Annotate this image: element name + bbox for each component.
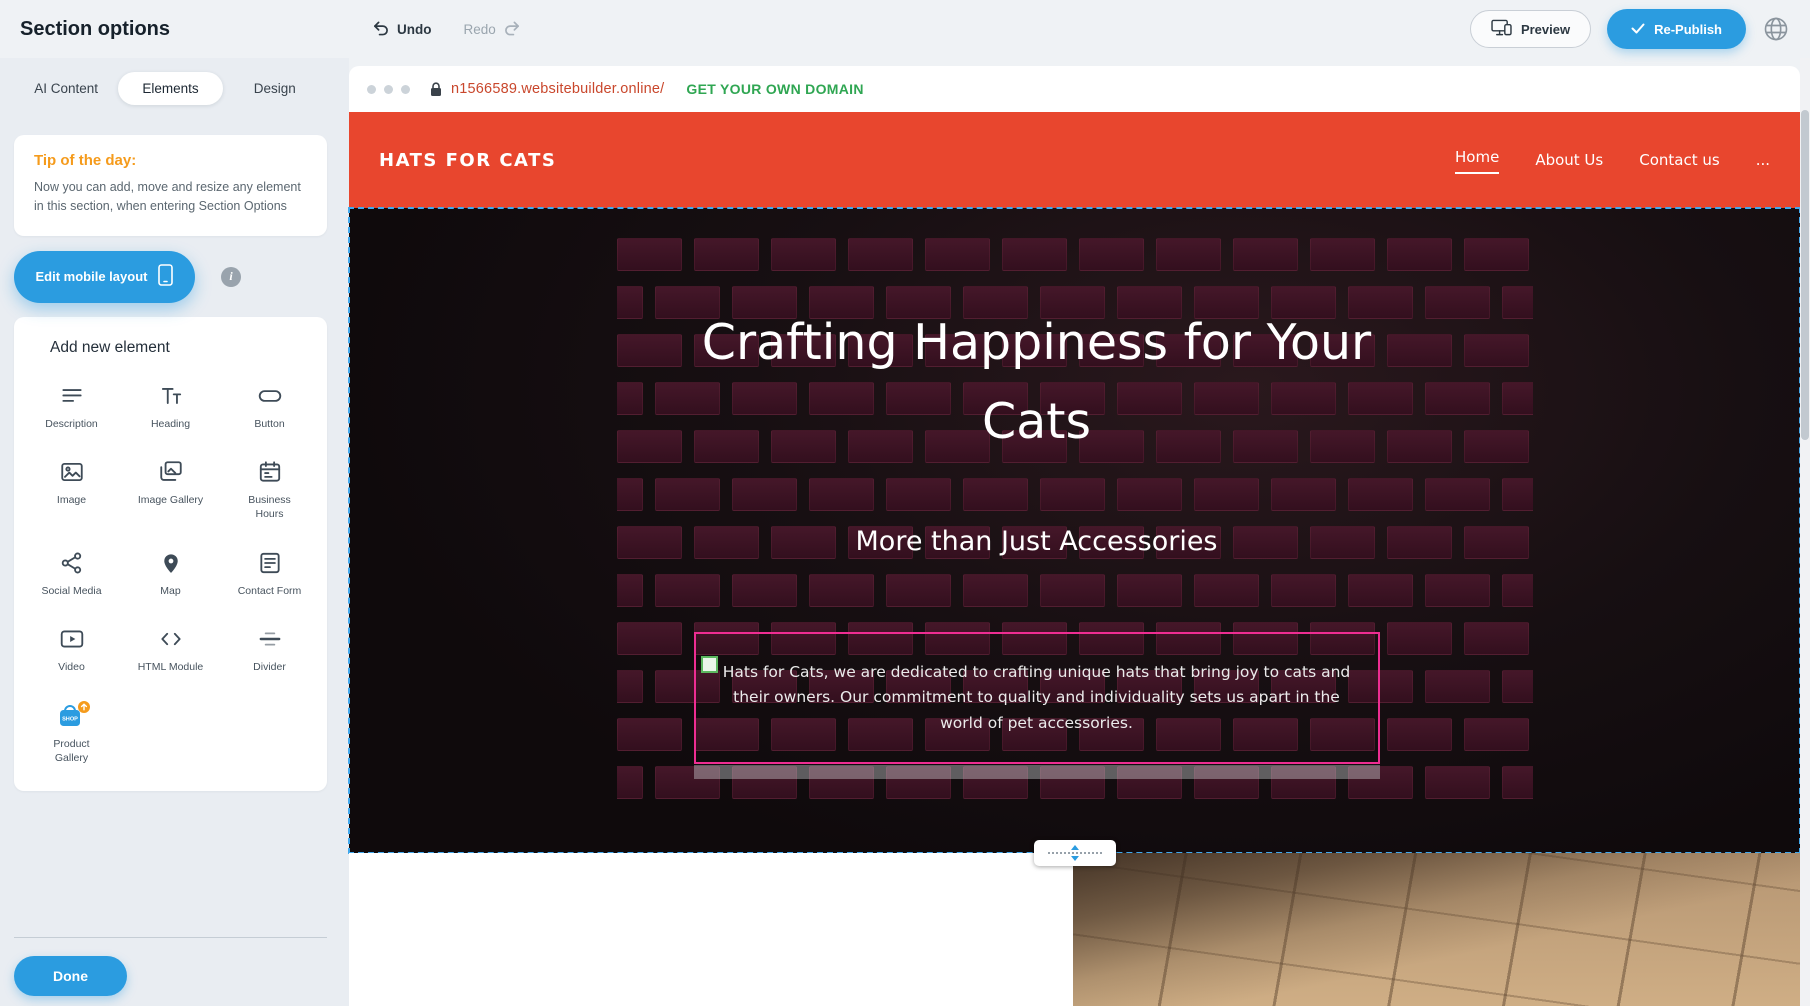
- hero-paragraph: Hats for Cats, we are dedicated to craft…: [710, 660, 1364, 737]
- nav-item-home[interactable]: Home: [1455, 146, 1499, 174]
- element-item-divider[interactable]: Divider: [220, 624, 319, 675]
- nav-item-about-us[interactable]: About Us: [1535, 149, 1603, 171]
- next-section-photo: [1073, 853, 1800, 1006]
- get-domain-link[interactable]: GET YOUR OWN DOMAIN: [680, 80, 869, 98]
- lock-icon: [430, 82, 442, 97]
- element-item-image[interactable]: Image: [22, 457, 121, 521]
- sidebar-tabs: AI Content Elements Design: [14, 72, 327, 105]
- resize-arrow-up-icon: [1071, 845, 1079, 850]
- tab-ai-content[interactable]: AI Content: [14, 72, 118, 105]
- page-title: Section options: [20, 18, 170, 41]
- edit-mobile-label: Edit mobile layout: [36, 269, 148, 284]
- undo-icon: [372, 20, 389, 39]
- republish-label: Re-Publish: [1654, 22, 1722, 37]
- button-icon: [257, 381, 283, 411]
- site-logo[interactable]: HATS FOR CATS: [379, 150, 556, 171]
- video-icon: [59, 624, 85, 654]
- history-controls: Undo Redo: [372, 0, 521, 58]
- tip-body: Now you can add, move and resize any ele…: [34, 178, 307, 217]
- undo-label: Undo: [397, 22, 432, 37]
- image-icon: [59, 457, 85, 487]
- element-item-video[interactable]: Video: [22, 624, 121, 675]
- mobile-layout-row: Edit mobile layout i: [14, 251, 327, 303]
- preview-button[interactable]: Preview: [1470, 10, 1591, 48]
- hero-heading[interactable]: Crafting Happiness for Your Cats: [687, 303, 1387, 462]
- business-hours-icon: [257, 457, 283, 487]
- tip-of-the-day-card: Tip of the day: Now you can add, move an…: [14, 135, 327, 236]
- sidebar-footer: Done: [14, 937, 327, 1006]
- product-gallery-shop-icon: SHOP: [53, 701, 91, 731]
- language-globe-button[interactable]: [1762, 15, 1790, 43]
- check-icon: [1631, 22, 1645, 37]
- nav-item-contact-us[interactable]: Contact us: [1639, 149, 1719, 171]
- element-item-html-module[interactable]: HTML Module: [121, 624, 220, 675]
- scrollbar-thumb[interactable]: [1801, 110, 1809, 440]
- element-item-description[interactable]: Description: [22, 381, 121, 432]
- element-item-button[interactable]: Button: [220, 381, 319, 432]
- tab-elements[interactable]: Elements: [118, 72, 222, 105]
- photo-shadow: [1073, 853, 1800, 1006]
- done-button[interactable]: Done: [14, 956, 127, 996]
- site-url: n1566589.websitebuilder.online/: [451, 81, 664, 97]
- divider-icon: [257, 624, 283, 654]
- element-grid: Description Heading Button Image: [22, 381, 319, 765]
- vertical-scrollbar: [1800, 58, 1810, 1006]
- add-element-card: Add new element Description Heading Butt…: [14, 317, 327, 791]
- element-item-business-hours[interactable]: Business Hours: [220, 457, 319, 521]
- redo-icon: [504, 20, 521, 39]
- resize-arrow-down-icon: [1071, 856, 1079, 861]
- next-section: [349, 853, 1800, 1006]
- shop-badge-text: SHOP: [62, 716, 78, 722]
- contact-form-icon: [257, 548, 283, 578]
- phone-icon: [158, 264, 173, 289]
- hero-content: Crafting Happiness for Your Cats More th…: [349, 208, 1724, 853]
- preview-devices-icon: [1491, 19, 1512, 40]
- edit-mobile-layout-button[interactable]: Edit mobile layout: [14, 251, 195, 303]
- image-gallery-icon: [158, 457, 184, 487]
- section-options-sidebar: AI Content Elements Design Tip of the da…: [0, 58, 349, 1006]
- element-item-contact-form[interactable]: Contact Form: [220, 548, 319, 599]
- tip-title: Tip of the day:: [34, 152, 307, 169]
- footer-divider: [14, 937, 327, 938]
- hero-section[interactable]: Crafting Happiness for Your Cats More th…: [349, 208, 1800, 853]
- republish-button[interactable]: Re-Publish: [1607, 9, 1746, 49]
- hero-paragraph-selection[interactable]: Hats for Cats, we are dedicated to craft…: [694, 632, 1380, 764]
- website-canvas: HATS FOR CATS Home About Us Contact us .…: [349, 112, 1800, 1006]
- info-icon[interactable]: i: [221, 267, 241, 287]
- section-resize-handle[interactable]: [1034, 840, 1116, 866]
- element-item-map[interactable]: Map: [121, 548, 220, 599]
- heading-icon: [158, 381, 184, 411]
- site-header: HATS FOR CATS Home About Us Contact us .…: [349, 112, 1800, 208]
- undo-button[interactable]: Undo: [372, 20, 432, 39]
- next-section-white-block: [349, 853, 1073, 1006]
- hero-subheading[interactable]: More than Just Accessories: [349, 526, 1724, 557]
- redo-button[interactable]: Redo: [464, 20, 521, 39]
- map-pin-icon: [158, 548, 184, 578]
- paragraph-ghost-bar: [694, 765, 1380, 779]
- element-item-image-gallery[interactable]: Image Gallery: [121, 457, 220, 521]
- top-toolbar: Section options Undo Redo: [0, 0, 1810, 58]
- social-media-icon: [59, 548, 85, 578]
- html-code-icon: [158, 624, 184, 654]
- site-nav: Home About Us Contact us ...: [1455, 146, 1770, 174]
- window-dots-icon: [367, 85, 410, 94]
- element-item-social-media[interactable]: Social Media: [22, 548, 121, 599]
- add-element-title: Add new element: [22, 339, 319, 357]
- redo-label: Redo: [464, 22, 496, 37]
- resize-dotted-line: [1048, 852, 1102, 854]
- element-item-product-gallery[interactable]: SHOP Product Gallery: [22, 701, 121, 765]
- element-drag-handle[interactable]: [701, 656, 718, 673]
- topbar-actions: Preview Re-Publish: [1470, 9, 1790, 49]
- element-item-heading[interactable]: Heading: [121, 381, 220, 432]
- preview-label: Preview: [1521, 22, 1570, 37]
- browser-chrome-bar: n1566589.websitebuilder.online/ GET YOUR…: [349, 66, 1800, 112]
- nav-item-more[interactable]: ...: [1756, 149, 1770, 171]
- description-icon: [59, 381, 85, 411]
- globe-icon: [1762, 31, 1790, 46]
- tab-design[interactable]: Design: [223, 72, 327, 105]
- site-preview-frame: n1566589.websitebuilder.online/ GET YOUR…: [349, 58, 1800, 1006]
